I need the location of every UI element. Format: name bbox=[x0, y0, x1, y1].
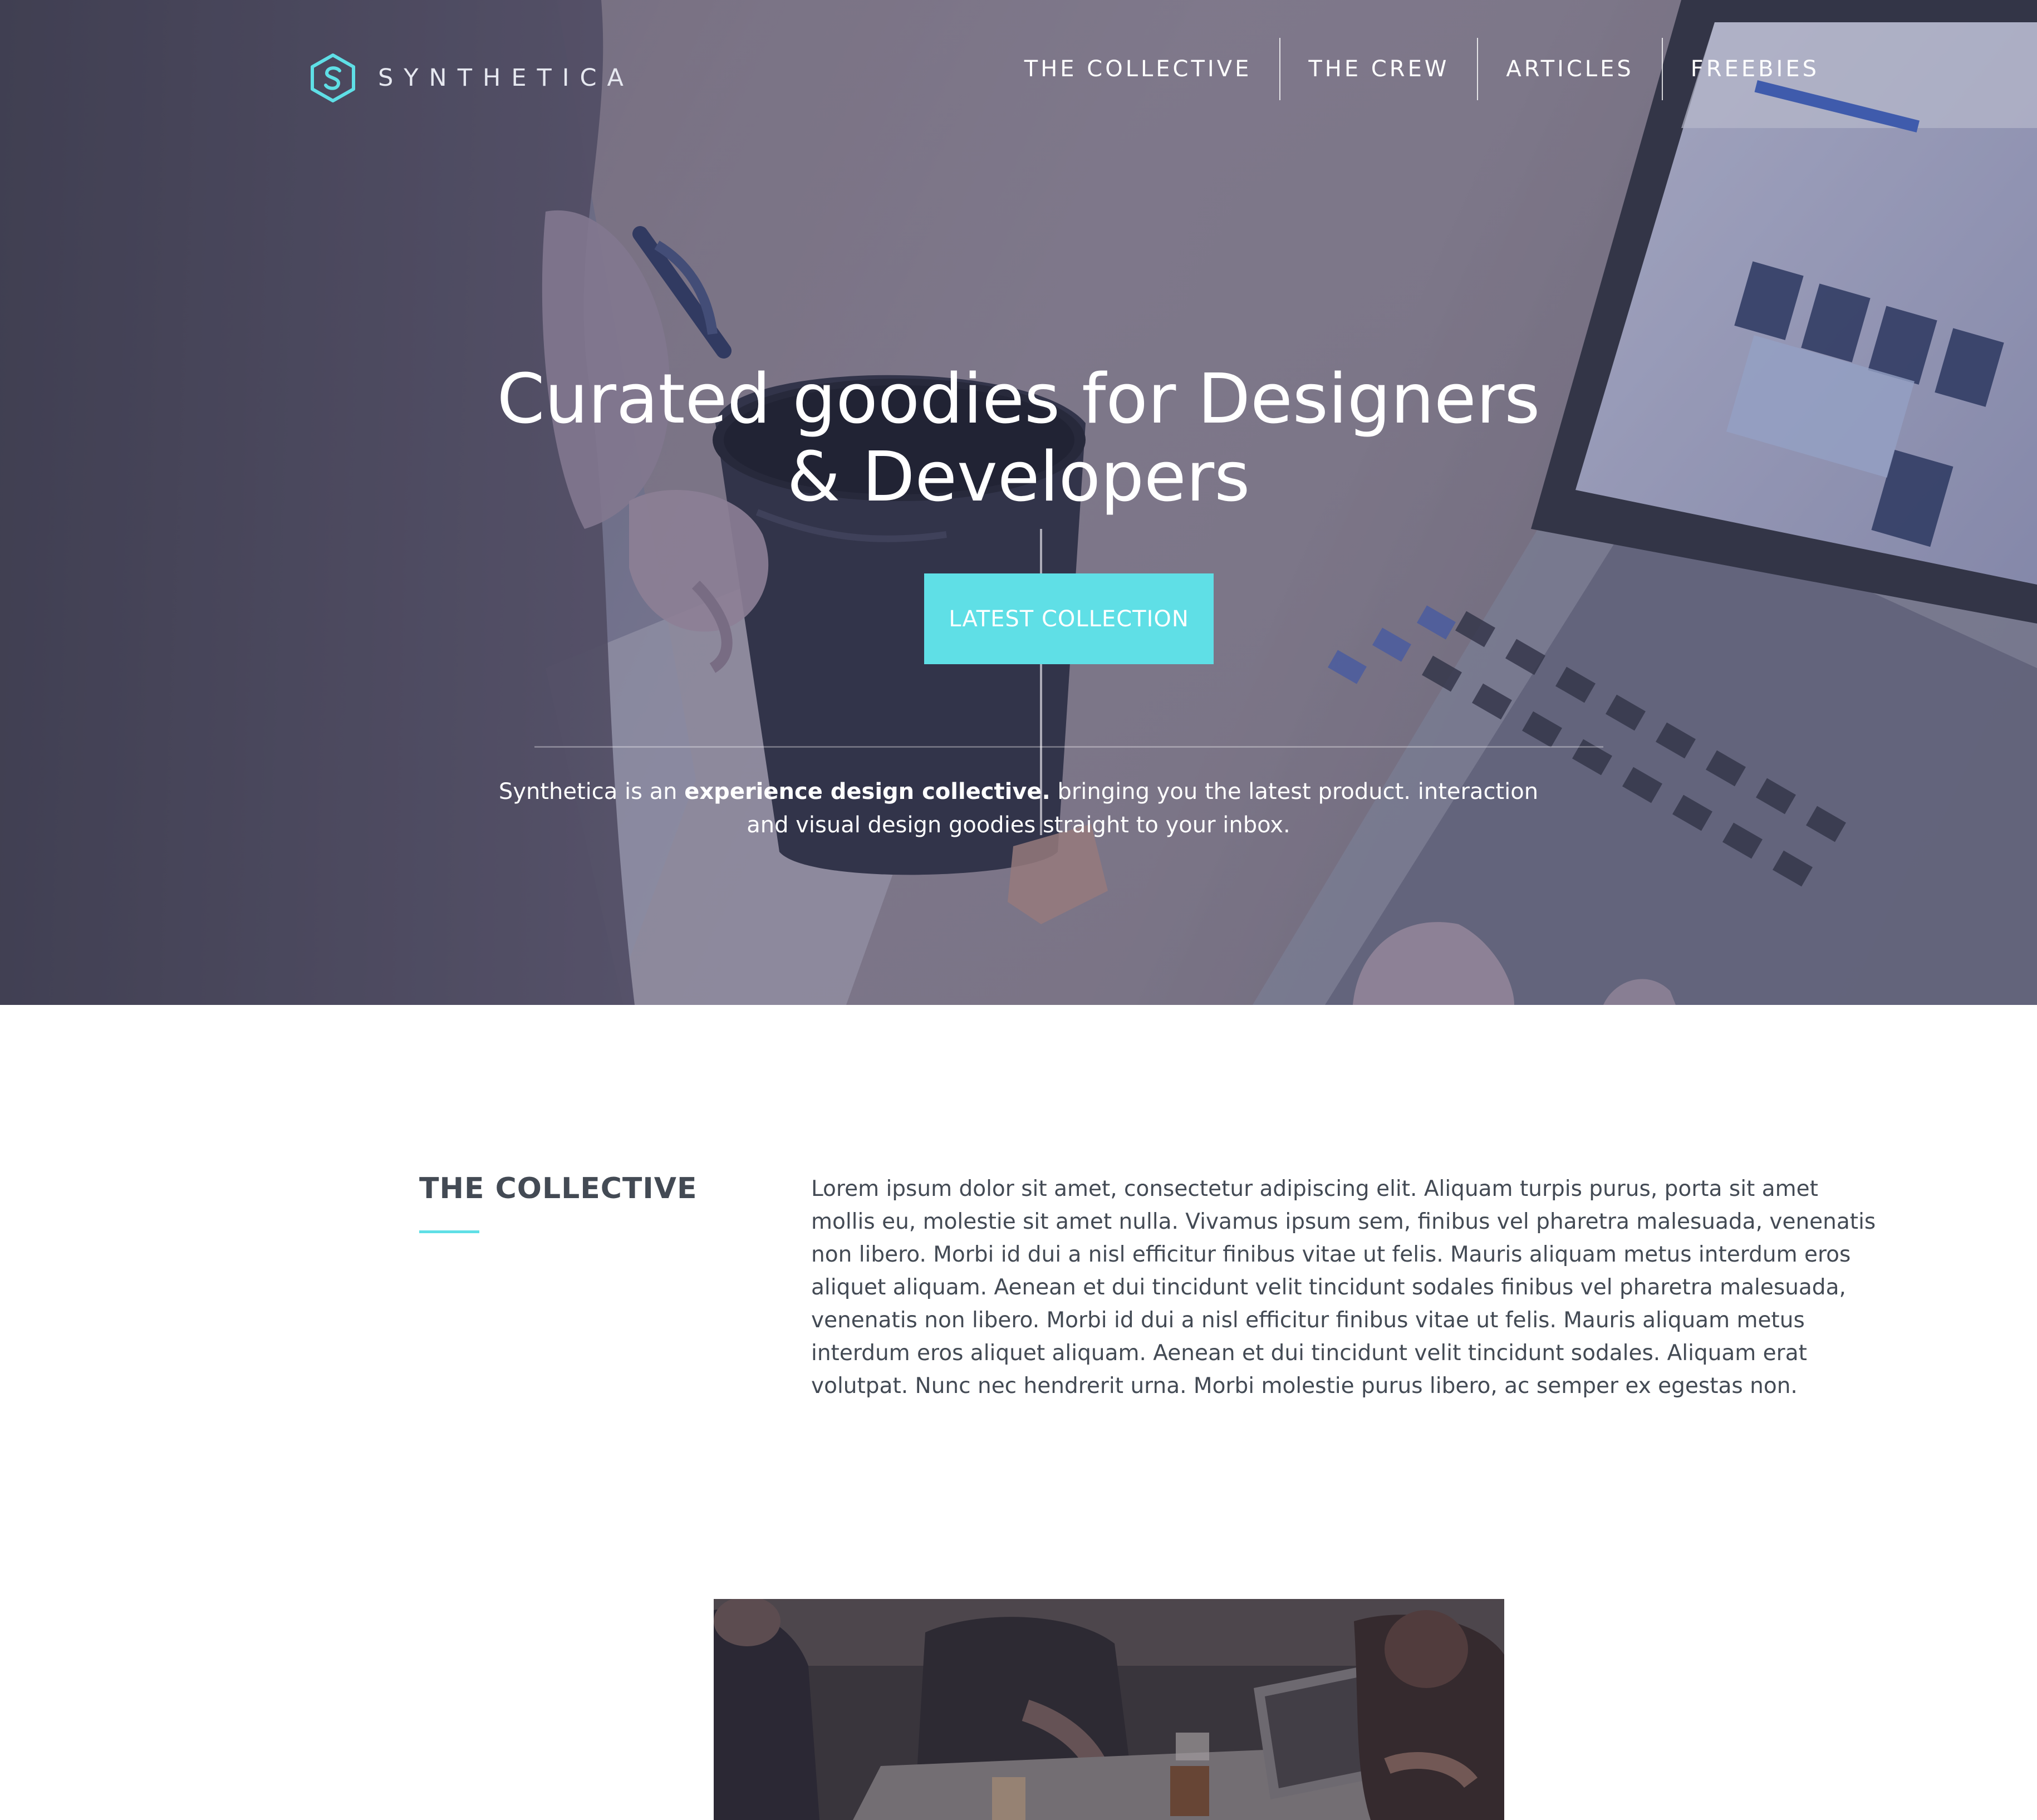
hero-title: Curated goodies for Designers & Develope… bbox=[0, 361, 2037, 517]
hexagon-s-logo-icon bbox=[311, 53, 355, 102]
hero-description-line-2: and visual design goodies straight to yo… bbox=[747, 812, 1290, 838]
latest-collection-button[interactable]: LATEST COLLECTION bbox=[924, 573, 1214, 664]
collective-title-underline bbox=[419, 1230, 479, 1233]
nav-item-freebies[interactable]: FREEBIES bbox=[1661, 38, 1847, 100]
nav-item-articles[interactable]: ARTICLES bbox=[1477, 38, 1661, 100]
team-photo bbox=[714, 1599, 1504, 1820]
nav-item-the-crew[interactable]: THE CREW bbox=[1279, 38, 1477, 100]
brand-name: SYNTHETICA bbox=[378, 64, 634, 92]
hero-desc-bold: experience design collective. bbox=[684, 779, 1051, 804]
hero-divider bbox=[534, 746, 1603, 748]
collective-body-text: Lorem ipsum dolor sit amet, consectetur … bbox=[811, 1176, 1876, 1399]
hero-desc-suffix: bringing you the latest product. interac… bbox=[1050, 779, 1539, 804]
main-nav: THE COLLECTIVE THE CREW ARTICLES FREEBIE… bbox=[997, 38, 1847, 100]
collective-title: THE COLLECTIVE bbox=[419, 1172, 698, 1205]
brand-logo[interactable]: SYNTHETICA bbox=[309, 53, 634, 103]
team-working-photo bbox=[714, 1599, 1504, 1820]
nav-item-the-collective[interactable]: THE COLLECTIVE bbox=[997, 38, 1280, 100]
hero-title-line-1: Curated goodies for Designers bbox=[497, 360, 1540, 439]
hero-title-line-2: & Developers bbox=[787, 438, 1250, 517]
hero-description: Synthetica is an experience design colle… bbox=[0, 775, 2037, 842]
hero-section: SYNTHETICA THE COLLECTIVE THE CREW ARTIC… bbox=[0, 0, 2037, 1005]
hero-desc-prefix: Synthetica is an bbox=[498, 779, 685, 804]
hero-description-line-1: Synthetica is an experience design colle… bbox=[0, 775, 2037, 808]
